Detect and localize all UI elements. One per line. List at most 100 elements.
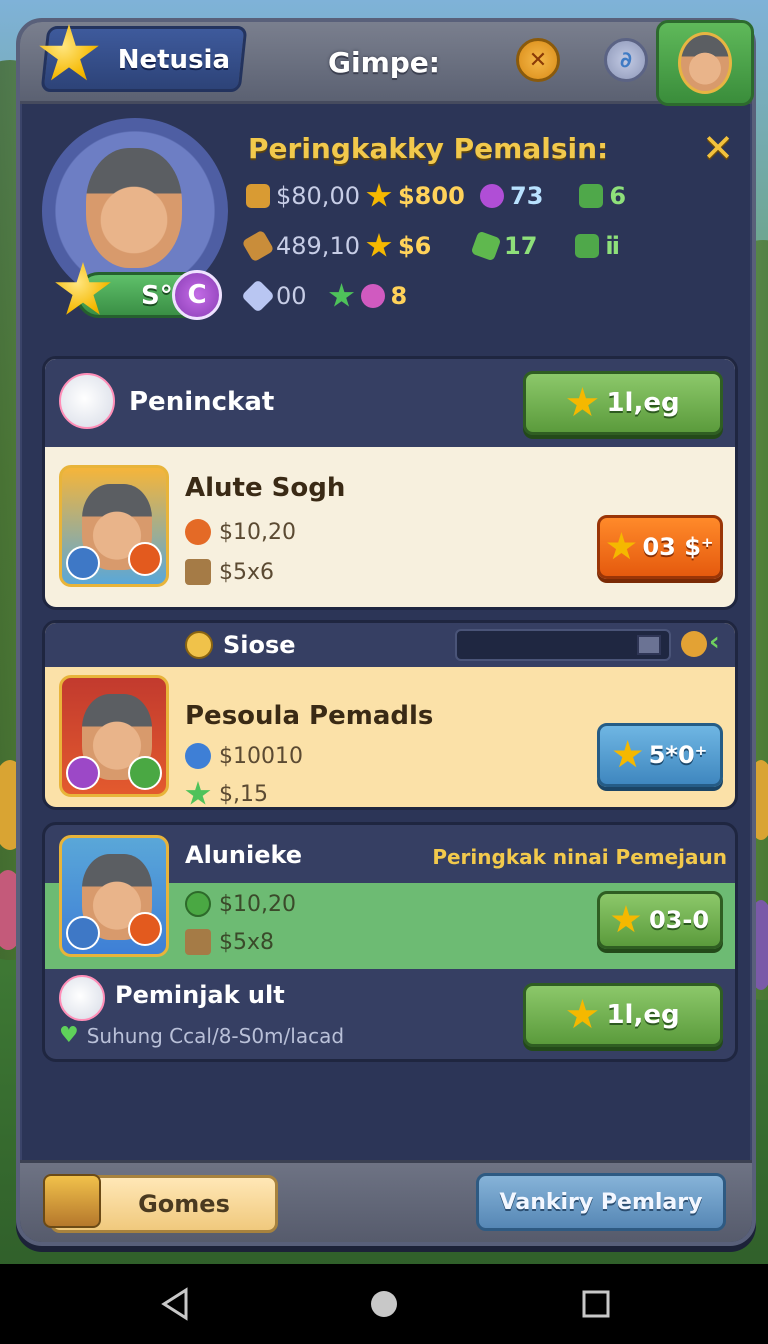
check-badge-icon <box>128 756 162 790</box>
recents-icon[interactable] <box>576 1284 616 1324</box>
heart-check-icon: ♥ <box>59 1023 79 1048</box>
player-name: Pesoula Pemadls <box>185 701 434 731</box>
clock-icon <box>185 631 213 659</box>
player-stat: $,15 <box>185 781 268 807</box>
link-icon[interactable]: ∂ <box>604 38 648 82</box>
home-icon[interactable] <box>364 1284 404 1324</box>
button-label: 03-0 <box>648 906 710 934</box>
ranking-button[interactable]: Vankiry Pemlary <box>476 1173 726 1231</box>
stat-value: $10,20 <box>219 891 296 917</box>
button-label: 03 $⁺ <box>642 533 714 561</box>
reward-button[interactable]: 03-0 <box>597 891 723 949</box>
back-icon[interactable] <box>156 1284 196 1324</box>
stat-value: 6 <box>609 182 627 210</box>
progress-bar <box>455 629 671 661</box>
player-portrait[interactable] <box>59 675 169 797</box>
fire-badge-icon <box>128 912 162 946</box>
clock-icon <box>185 743 211 769</box>
star-icon <box>567 999 598 1029</box>
chevron-left-icon[interactable]: ‹ <box>709 627 720 657</box>
stat-value: $800 <box>397 182 465 210</box>
star-icon <box>567 387 598 417</box>
stat-value: 00 <box>276 282 307 310</box>
avatar <box>86 148 182 268</box>
section-label: Siose <box>223 631 296 659</box>
stat-value: 8 <box>390 282 408 310</box>
stat-value: $10,20 <box>219 519 296 545</box>
chest-icon <box>185 559 211 585</box>
stat-row-1b: 73 6 <box>480 182 626 210</box>
reward-button[interactable]: 03 $⁺ <box>597 515 723 579</box>
stat-value: $,15 <box>219 781 268 807</box>
bottom-bar: Gomes Vankiry Pemlary <box>20 1160 752 1242</box>
progress-handle[interactable] <box>637 635 661 655</box>
games-button[interactable]: Gomes <box>43 1174 278 1233</box>
stat-row-1: $80,00 $800 <box>246 182 465 210</box>
stat-value: ⅱ <box>605 232 620 260</box>
player-stat: $5x6 <box>185 559 274 585</box>
claim-button[interactable]: 1l,eg <box>523 371 723 435</box>
stat-row-2b: 17 ⅱ <box>470 230 620 262</box>
claim-button[interactable]: 1l,eg <box>523 983 723 1047</box>
subtitle-text: Suhung Ccal/8-S0m/lacad <box>86 1023 345 1048</box>
rank-badge: C <box>172 270 222 320</box>
green-star-icon <box>329 283 355 307</box>
stat-value: $10010 <box>219 743 303 769</box>
crystal-icon <box>241 279 275 313</box>
stat-row-2: 489,10 $6 <box>241 229 432 263</box>
rank-badge-icon <box>66 546 100 580</box>
stat-value: $6 <box>397 232 432 260</box>
lock-icon <box>575 234 600 258</box>
player-portrait[interactable] <box>59 835 169 957</box>
stats-title: Peringkakky Pemalsin: <box>248 132 609 165</box>
settings-gear-icon[interactable]: ✕ <box>516 38 560 82</box>
button-label: Vankiry Pemlary <box>499 1189 703 1215</box>
stat-value: 17 <box>504 232 538 260</box>
green-star-icon <box>185 781 211 805</box>
mascot-icon <box>59 975 105 1021</box>
system-nav-bar <box>0 1264 768 1344</box>
lock-icon <box>579 184 604 208</box>
section-subtitle: ♥ Suhung Ccal/8-S0m/lacad <box>59 1023 344 1048</box>
player-portrait[interactable] <box>59 465 169 587</box>
cube-icon <box>470 230 502 262</box>
stat-value: $5x8 <box>219 929 275 955</box>
profile-avatar-button[interactable] <box>656 20 754 106</box>
reward-button[interactable]: 5*0⁺ <box>597 723 723 787</box>
stat-value: 489,10 <box>276 232 360 260</box>
star-icon <box>611 905 641 933</box>
game-panel: Netusia Gimpe: ✕ ∂ S°0 C Peringkakky Pem… <box>16 18 756 1246</box>
player-name: Alute Sogh <box>185 473 346 503</box>
crossed-swords-icon <box>66 756 100 790</box>
mascot-icon <box>59 373 115 429</box>
hammer-icon <box>241 229 275 263</box>
player-stat: $5x8 <box>185 929 274 955</box>
top-bar: Netusia Gimpe: ✕ ∂ <box>20 20 754 106</box>
player-name: Alunieke <box>185 841 303 869</box>
leaderboard-card-2: Siose ‹ Pesoula Pemadls $10010 $,15 5*0⁺ <box>42 620 738 810</box>
star-icon <box>366 183 392 207</box>
close-icon[interactable]: ✕ <box>702 126 734 170</box>
card-header: Siose ‹ <box>45 623 735 667</box>
button-label: 1l,eg <box>606 1000 680 1030</box>
player-stat: $10,20 <box>185 891 296 917</box>
rank-tag: Peringkak ninai Pemejaun <box>432 845 727 869</box>
avatar <box>678 32 732 94</box>
chest-icon <box>185 929 211 955</box>
lightning-badge-icon <box>66 916 100 950</box>
fire-badge-icon <box>128 542 162 576</box>
header-title: Gimpe: <box>328 46 440 79</box>
stat-value: $5x6 <box>219 559 275 585</box>
heart-potion-icon <box>360 284 385 308</box>
button-label: Gomes <box>138 1190 230 1218</box>
leaderboard-card-1: Peninckat 1l,eg Alute Sogh $10,20 $5x6 0… <box>42 356 738 610</box>
player-stat: $10,20 <box>185 519 296 545</box>
stat-row-3: 00 8 <box>241 279 408 313</box>
star-icon <box>613 740 643 768</box>
coin-icon <box>185 519 211 545</box>
clock-icon <box>185 891 211 917</box>
button-label: 5*0⁺ <box>648 741 708 769</box>
card-header: Peninckat 1l,eg <box>45 359 735 447</box>
star-icon <box>366 233 392 257</box>
stat-value: $80,00 <box>276 182 360 210</box>
